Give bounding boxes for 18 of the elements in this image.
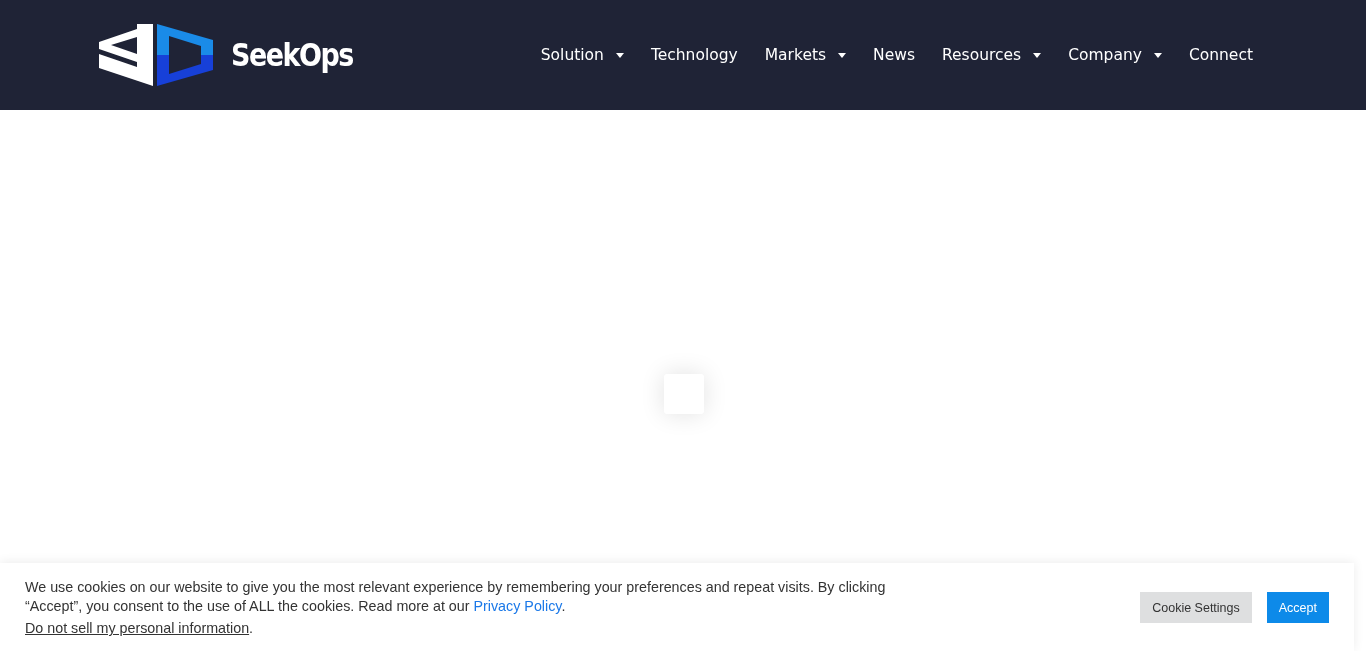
privacy-policy-link[interactable]: Privacy Policy [473,598,562,614]
opt-out-text: Do not sell my personal information. [25,619,255,638]
nav-link[interactable]: Connect [1188,46,1253,64]
logo-icon [97,24,213,86]
nav-link[interactable]: Resources [942,46,1042,64]
accept-button[interactable]: Accept [1266,592,1329,623]
caret-icon [1153,52,1162,58]
cookie-message: We use cookies on our website to give you the most relevant experience by remembering your preferences and repeat visits. By clicking “Accept”, you consent to the use of ALL the cookies. Read more at our Privacy Policy. [25,578,887,616]
nav-link[interactable]: News [873,46,915,64]
nav-link[interactable]: Markets [764,46,847,64]
logo-text[interactable]: SeekOps [231,37,353,73]
caret-icon [1033,52,1042,58]
nav-link[interactable]: Company [1068,46,1162,64]
nav-link[interactable]: Technology [650,46,738,64]
caret-icon [615,52,624,58]
cookie-settings-button[interactable]: Cookie Settings [1140,592,1252,623]
nav-link[interactable]: Solution [540,46,624,64]
caret-icon [838,52,847,58]
